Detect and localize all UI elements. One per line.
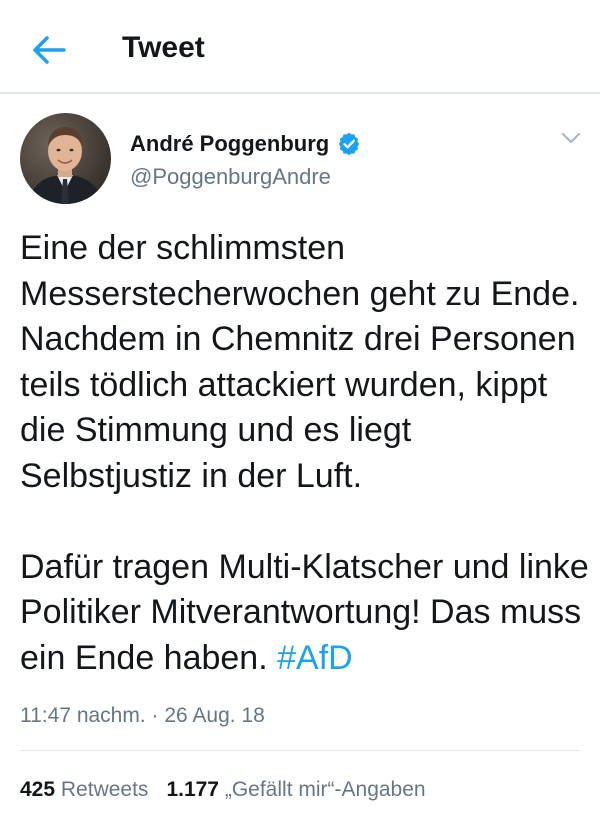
retweets-label: Retweets — [60, 778, 149, 801]
hashtag-link[interactable]: #AfD — [277, 639, 353, 677]
likes-count: 1.177 — [166, 778, 219, 801]
retweets-stat[interactable]: 425 Retweets — [20, 778, 148, 801]
verified-badge-icon — [339, 132, 360, 156]
author-handle[interactable]: @PoggenburgAndre — [130, 163, 331, 191]
author-display-name: André Poggenburg — [130, 131, 330, 156]
back-arrow-icon — [33, 36, 66, 64]
likes-stat[interactable]: 1.177 „Gefällt mir“-Angaben — [166, 778, 425, 801]
author-name-row[interactable]: André Poggenburg — [130, 128, 361, 160]
retweets-count: 425 — [20, 778, 56, 801]
tweet-paragraph: Eine der schlimmsten Messerstecherwochen… — [20, 229, 580, 495]
divider — [20, 750, 580, 751]
likes-label: „Gefällt mir“-Angaben — [224, 778, 426, 801]
page-title: Tweet — [122, 31, 205, 64]
top-app-bar: Tweet — [0, 0, 600, 94]
tweet-paragraph: Dafür tragen Multi-Klatscher und linke P… — [20, 545, 590, 682]
back-button[interactable] — [28, 30, 68, 70]
tweet-detail-screen: Tweet André Poggenburg @PoggenburgAndre … — [0, 0, 600, 825]
tweet-options-button[interactable] — [558, 128, 584, 148]
tweet-text: Eine der schlimmsten Messerstecherwochen… — [20, 226, 590, 681]
tweet-stats: 425 Retweets 1.177 „Gefällt mir“-Angaben — [20, 776, 426, 804]
avatar[interactable] — [20, 113, 111, 204]
tweet-timestamp: 11:47 nachm. · 26 Aug. 18 — [20, 704, 265, 727]
chevron-down-icon — [561, 132, 581, 144]
profile-photo — [20, 113, 111, 204]
